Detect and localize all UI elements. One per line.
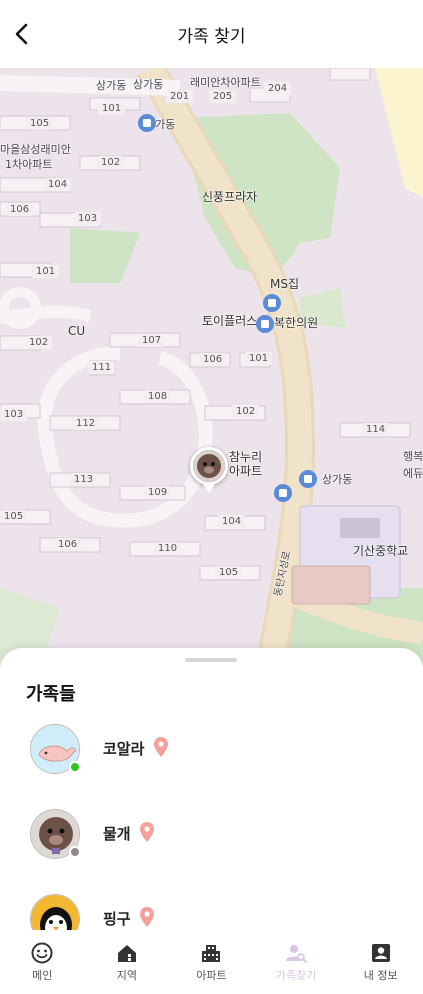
- map-label-apartment: 1차아파트: [5, 158, 53, 171]
- building-number: 113: [70, 473, 98, 486]
- building-number: 111: [88, 361, 116, 374]
- status-dot-offline: [69, 846, 81, 858]
- building-number: 105: [215, 566, 243, 579]
- building-number: 105: [26, 117, 54, 130]
- family-member-item[interactable]: 물개: [30, 809, 400, 865]
- building-number: 104: [44, 178, 72, 191]
- bottom-tab-bar: 메인 지역 아파트 가족찾기 내 정보: [0, 930, 423, 994]
- map-label-school: 기산중학교: [353, 544, 409, 558]
- building-number: 105: [0, 510, 28, 523]
- building-number: 112: [72, 417, 100, 430]
- map-label-cu: CU: [68, 324, 86, 338]
- status-dot-online: [69, 761, 81, 773]
- bus-stop-icon[interactable]: [274, 484, 292, 502]
- marker-tail: [203, 484, 215, 493]
- member-name: 코알라: [103, 740, 145, 758]
- sheet-title: 가족들: [26, 684, 76, 705]
- tab-my-info[interactable]: 내 정보: [338, 930, 423, 994]
- building-number: 204: [264, 82, 292, 95]
- family-member-item[interactable]: 코알라: [30, 724, 400, 780]
- building-number: 205: [209, 90, 237, 103]
- map-label-toy: 토이플러스: [202, 314, 258, 328]
- tab-label: 가족찾기: [275, 969, 317, 982]
- bus-stop-icon[interactable]: [138, 114, 156, 132]
- map-label: 에듀: [403, 467, 423, 480]
- tab-main[interactable]: 메인: [0, 930, 85, 994]
- building-number: 103: [0, 408, 28, 421]
- building-number: 114: [362, 423, 390, 436]
- profile-icon: [371, 944, 390, 962]
- otter-avatar-icon: [193, 450, 225, 482]
- map-label-ms: MS집: [270, 277, 300, 291]
- building-number: 102: [97, 156, 125, 169]
- map-label: 행복: [403, 450, 423, 463]
- bus-stop-icon[interactable]: [256, 315, 274, 333]
- map-view[interactable]: 상가동 상가동 상가동 상가동 래미안차아파트 마을삼성래미안 1차아파트 신풍…: [0, 68, 423, 668]
- building-number: 109: [144, 486, 172, 499]
- family-search-icon: [286, 945, 308, 963]
- map-label-apartment: 래미안차아파트: [190, 76, 261, 89]
- smile-icon: [31, 942, 53, 964]
- building-number: 106: [199, 353, 227, 366]
- map-label-shop: 상가동: [96, 79, 127, 92]
- tab-family-search[interactable]: 가족찾기: [254, 930, 339, 994]
- map-canvas: [0, 68, 423, 668]
- tab-region[interactable]: 지역: [85, 930, 170, 994]
- map-label-shop: 상가동: [322, 473, 353, 486]
- sheet-drag-handle[interactable]: [185, 658, 237, 662]
- map-label-apartment: 아파트: [229, 464, 263, 478]
- family-location-marker[interactable]: [190, 447, 228, 485]
- member-name: 핑구: [103, 910, 131, 928]
- map-label-apartment: 마을삼성래미안: [0, 143, 71, 156]
- app-header: 가족 찾기: [0, 0, 423, 68]
- building-number: 108: [144, 390, 172, 403]
- building-number: 104: [218, 515, 246, 528]
- tab-label: 아파트: [196, 969, 227, 982]
- building-number: 102: [25, 336, 53, 349]
- building-number: 101: [245, 352, 273, 365]
- building-number: 106: [6, 203, 34, 216]
- building-number: 106: [54, 538, 82, 551]
- bus-stop-icon[interactable]: [299, 470, 317, 488]
- page-title: 가족 찾기: [177, 27, 246, 47]
- building-number: 103: [74, 212, 102, 225]
- location-pin-icon[interactable]: [140, 822, 154, 842]
- tab-label: 내 정보: [363, 969, 398, 982]
- bus-stop-icon[interactable]: [263, 294, 281, 312]
- building-number: 102: [232, 405, 260, 418]
- map-label-clinic: 복한의원: [274, 316, 319, 330]
- map-label-shop: 상가동: [133, 78, 164, 91]
- building-number: 101: [98, 102, 126, 115]
- member-name: 물개: [103, 825, 131, 843]
- building-number: 101: [32, 265, 60, 278]
- map-label-plaza: 신풍프라자: [202, 190, 258, 204]
- building-number: 110: [154, 542, 182, 555]
- building-number: 201: [166, 90, 194, 103]
- home-icon: [117, 945, 136, 962]
- location-pin-icon[interactable]: [154, 737, 168, 757]
- tab-label: 메인: [32, 969, 53, 982]
- building-number: 107: [138, 334, 166, 347]
- apartment-icon: [202, 945, 221, 962]
- location-pin-icon[interactable]: [140, 907, 154, 927]
- tab-apartment[interactable]: 아파트: [169, 930, 254, 994]
- tab-label: 지역: [116, 969, 138, 982]
